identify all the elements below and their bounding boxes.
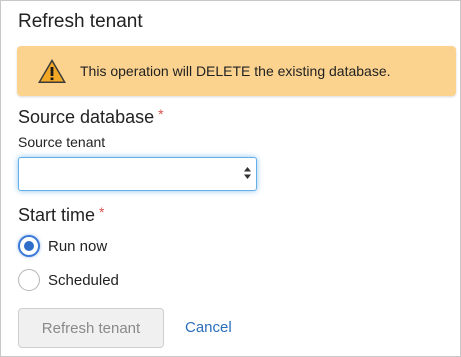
scheduled-label[interactable]: Scheduled — [48, 272, 119, 289]
scheduled-radio[interactable] — [18, 269, 40, 291]
required-marker: * — [99, 204, 105, 220]
refresh-tenant-dialog: Refresh tenant This operation will DELET… — [0, 0, 461, 357]
start-time-label: Start time — [18, 205, 96, 225]
warning-triangle-icon — [37, 58, 67, 84]
radio-selected-dot — [24, 241, 34, 251]
scheduled-option[interactable]: Scheduled — [18, 269, 119, 291]
select-arrows-icon — [244, 167, 251, 179]
warning-message: This operation will DELETE the existing … — [80, 63, 391, 79]
refresh-tenant-button[interactable]: Refresh tenant — [18, 308, 164, 348]
source-tenant-select[interactable] — [18, 157, 257, 191]
warning-banner: This operation will DELETE the existing … — [17, 46, 456, 96]
dialog-title: Refresh tenant — [18, 11, 143, 32]
source-database-heading: Source database * — [18, 106, 164, 128]
run-now-option[interactable]: Run now — [18, 235, 107, 257]
run-now-label[interactable]: Run now — [48, 238, 107, 255]
source-tenant-label: Source tenant — [18, 134, 106, 150]
start-time-heading: Start time * — [18, 204, 104, 226]
cancel-link[interactable]: Cancel — [185, 319, 232, 336]
required-marker: * — [158, 106, 164, 122]
source-database-label: Source database — [18, 107, 155, 127]
run-now-radio[interactable] — [18, 235, 40, 257]
